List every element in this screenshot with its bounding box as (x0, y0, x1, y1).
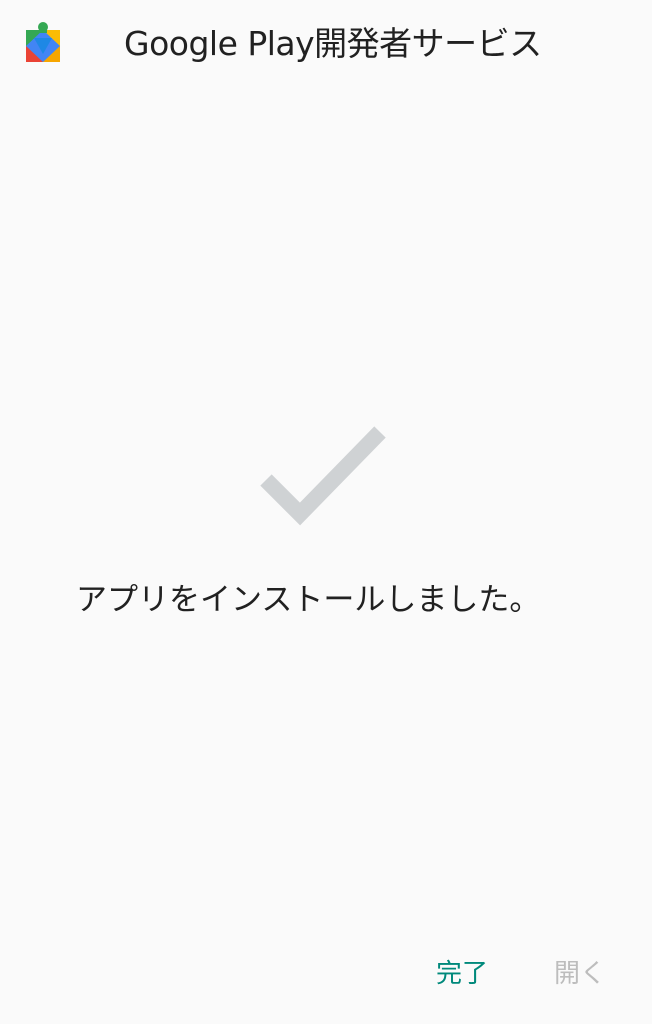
done-button[interactable]: 完了 (432, 950, 492, 998)
install-status-message: アプリをインストールしました。 (76, 582, 541, 618)
app-header: Google Play開発者サービス (0, 0, 652, 90)
app-title: Google Play開発者サービス (124, 24, 542, 63)
open-button[interactable]: 開く (550, 950, 610, 998)
google-play-services-icon (26, 22, 60, 62)
install-complete-screen: Google Play開発者サービス アプリをインストールしました。 完了 開く (0, 0, 652, 1024)
checkmark-icon (260, 426, 386, 526)
